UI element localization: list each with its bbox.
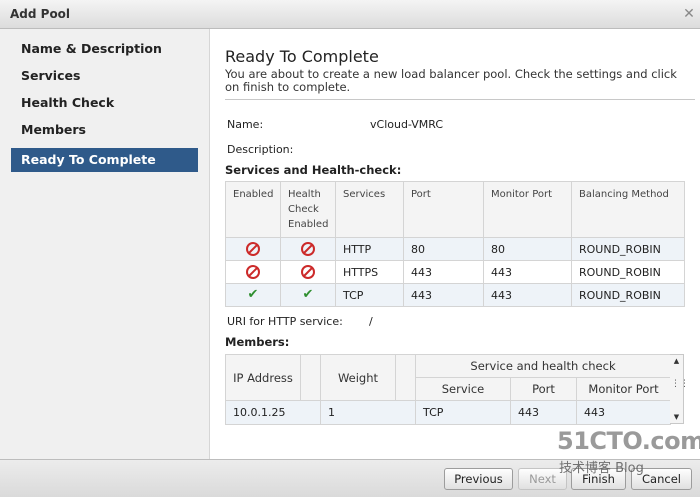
- finish-button[interactable]: Finish: [571, 468, 626, 490]
- column-header-monitor-port: Monitor Port: [575, 377, 672, 401]
- service-cell: TCP: [415, 400, 511, 425]
- service-cell: TCP: [335, 283, 404, 307]
- column-resize-handle[interactable]: [300, 354, 321, 401]
- table-header-row: Enabled Health Check Enabled Services Po…: [225, 181, 685, 238]
- next-button[interactable]: Next: [518, 468, 567, 490]
- disabled-icon: [301, 242, 315, 256]
- port-cell: 443: [403, 260, 484, 284]
- wizard-sidebar: Name & Description Services Health Check…: [0, 29, 210, 459]
- column-header-health-check-enabled: Health Check Enabled: [280, 181, 336, 238]
- balancing-method-cell: ROUND_ROBIN: [571, 237, 685, 261]
- column-header-enabled: Enabled: [225, 181, 281, 238]
- port-cell: 443: [403, 283, 484, 307]
- port-cell: 80: [403, 237, 484, 261]
- disabled-icon: [301, 265, 315, 279]
- weight-cell: 1: [320, 400, 416, 425]
- table-row[interactable]: 10.0.1.25 1 TCP 443 443: [225, 400, 672, 425]
- members-section-title: Members:: [225, 335, 290, 349]
- check-icon: ✔: [247, 287, 259, 302]
- sidebar-item-ready-to-complete[interactable]: Ready To Complete: [11, 148, 198, 172]
- description-label: Description:: [227, 143, 294, 156]
- services-table: Enabled Health Check Enabled Services Po…: [225, 181, 685, 307]
- intro-text: You are about to create a new load balan…: [225, 67, 677, 94]
- service-cell: HTTPS: [335, 260, 404, 284]
- table-row[interactable]: HTTP 80 80 ROUND_ROBIN: [225, 237, 685, 261]
- monitor-port-cell: 443: [575, 400, 672, 425]
- divider: [225, 99, 695, 100]
- sidebar-item-health-check[interactable]: Health Check: [11, 91, 198, 115]
- services-section-title: Services and Health-check:: [225, 163, 402, 177]
- sidebar-item-members[interactable]: Members: [11, 118, 198, 142]
- wizard-main-panel: Ready To Complete You are about to creat…: [211, 29, 700, 459]
- column-resize-handle[interactable]: [395, 354, 416, 401]
- members-table-scrollbar[interactable]: ▲ ⋮⋮ ▼: [670, 354, 689, 424]
- scroll-grip-icon[interactable]: ⋮⋮: [671, 377, 689, 391]
- check-icon: ✔: [302, 287, 314, 302]
- column-header-ip-address: IP Address: [225, 354, 301, 401]
- ip-address-cell: 10.0.1.25: [225, 400, 321, 425]
- uri-value: /: [369, 315, 373, 328]
- scroll-down-arrow-icon[interactable]: ▼: [670, 411, 683, 423]
- dialog-title: Add Pool: [10, 7, 71, 21]
- monitor-port-cell: 80: [483, 237, 572, 261]
- balancing-method-cell: ROUND_ROBIN: [571, 260, 685, 284]
- close-icon[interactable]: ✕: [681, 6, 697, 22]
- port-cell: 443: [510, 400, 577, 425]
- column-header-port: Port: [510, 377, 577, 401]
- name-value: vCloud-VMRC: [370, 118, 444, 131]
- page-title: Ready To Complete: [225, 47, 379, 66]
- balancing-method-cell: ROUND_ROBIN: [571, 283, 685, 307]
- sidebar-item-services[interactable]: Services: [11, 64, 198, 88]
- column-header-balancing-method: Balancing Method: [571, 181, 685, 238]
- column-group-header: Service and health check: [414, 354, 672, 378]
- uri-label: URI for HTTP service:: [227, 315, 343, 328]
- column-header-services: Services: [335, 181, 404, 238]
- column-header-weight: Weight: [320, 354, 396, 401]
- cancel-button[interactable]: Cancel: [631, 468, 692, 490]
- disabled-icon: [246, 242, 260, 256]
- previous-button[interactable]: Previous: [444, 468, 513, 490]
- column-header-monitor-port: Monitor Port: [483, 181, 572, 238]
- table-header-row: IP Address Weight Service and health che…: [225, 354, 672, 401]
- service-cell: HTTP: [335, 237, 404, 261]
- scroll-up-arrow-icon[interactable]: ▲: [670, 355, 683, 367]
- table-row[interactable]: ✔ ✔ TCP 443 443 ROUND_ROBIN: [225, 283, 685, 307]
- column-header-port: Port: [403, 181, 484, 238]
- name-label: Name:: [227, 118, 264, 131]
- column-header-service: Service: [415, 377, 511, 401]
- monitor-port-cell: 443: [483, 283, 572, 307]
- monitor-port-cell: 443: [483, 260, 572, 284]
- disabled-icon: [246, 265, 260, 279]
- dialog-footer: Previous Next Finish Cancel: [0, 459, 700, 497]
- dialog-titlebar: Add Pool ✕: [0, 0, 700, 29]
- members-table: IP Address Weight Service and health che…: [225, 354, 672, 425]
- table-row[interactable]: HTTPS 443 443 ROUND_ROBIN: [225, 260, 685, 284]
- sidebar-item-name-description[interactable]: Name & Description: [11, 37, 198, 61]
